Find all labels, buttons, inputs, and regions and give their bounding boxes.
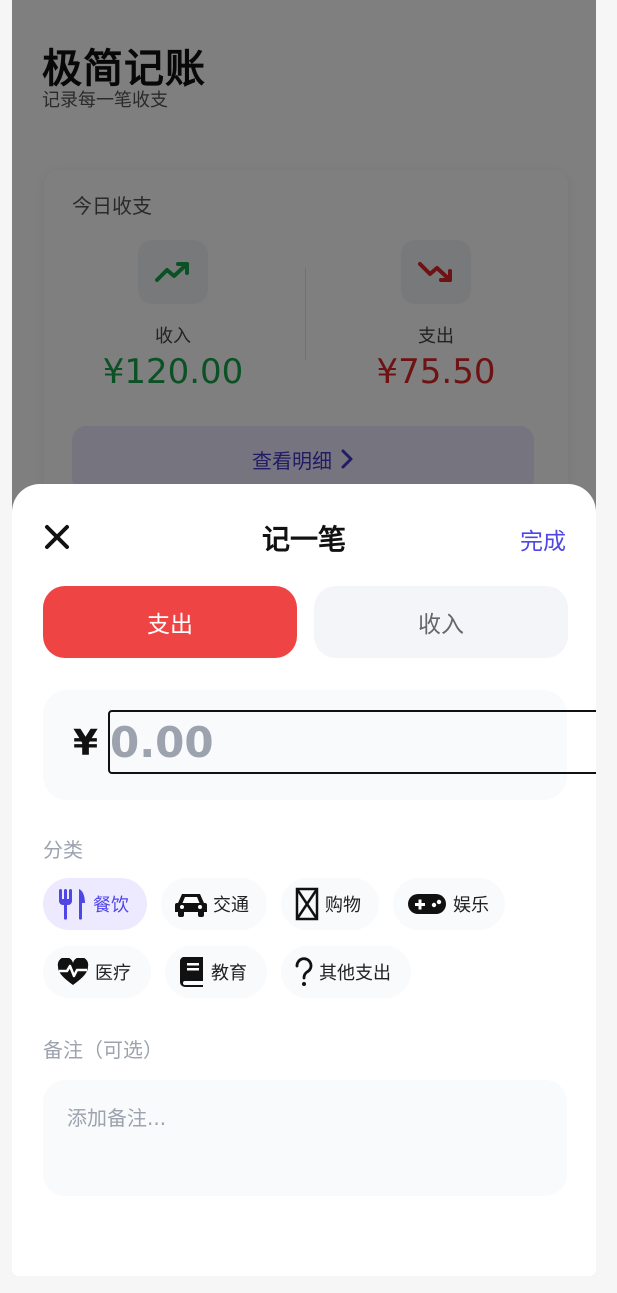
sheet-title-bar: 记一笔	[12, 518, 596, 558]
close-button[interactable]	[42, 522, 72, 552]
utensils-icon	[59, 889, 85, 920]
gamepad-icon	[408, 894, 446, 914]
category-label: 分类	[43, 838, 83, 862]
category-medical-label: 医疗	[95, 963, 131, 984]
category-medical[interactable]: 医疗	[43, 946, 151, 998]
amount-input[interactable]	[108, 710, 596, 774]
shopping-icon	[295, 887, 319, 921]
category-dining[interactable]: 餐饮	[43, 878, 147, 930]
category-education[interactable]: 教育	[165, 946, 267, 998]
sheet-title: 记一笔	[261, 523, 346, 556]
category-entertainment[interactable]: 娱乐	[393, 878, 505, 930]
category-other[interactable]: 其他支出	[281, 946, 411, 998]
close-icon	[45, 525, 69, 549]
category-transport-label: 交通	[213, 895, 249, 916]
category-shopping-label: 购物	[325, 895, 361, 916]
add-record-sheet: 记一笔 完成 支出 收入 ¥ 分类 餐饮 交通	[12, 484, 596, 1276]
note-input[interactable]	[43, 1080, 567, 1196]
tab-expense[interactable]: 支出	[43, 586, 297, 658]
category-education-label: 教育	[211, 963, 247, 984]
category-shopping[interactable]: 购物	[281, 878, 379, 930]
book-icon	[179, 957, 203, 987]
note-label: 备注（可选）	[43, 1038, 163, 1062]
question-icon	[295, 957, 313, 986]
category-transport[interactable]: 交通	[161, 878, 267, 930]
category-other-label: 其他支出	[319, 963, 391, 984]
currency-symbol: ¥	[73, 723, 99, 764]
tab-income[interactable]: 收入	[314, 586, 568, 658]
amount-box: ¥	[43, 690, 596, 800]
category-entertainment-label: 娱乐	[453, 895, 489, 916]
done-button[interactable]: 完成	[520, 522, 566, 556]
app-window: 极简记账 记录每一笔收支 今日收支 收入 ¥120.00 支出 ¥75.50 查	[12, 0, 596, 1276]
category-dining-label: 餐饮	[93, 895, 129, 916]
car-icon	[175, 894, 207, 917]
heartbeat-icon	[57, 958, 89, 985]
